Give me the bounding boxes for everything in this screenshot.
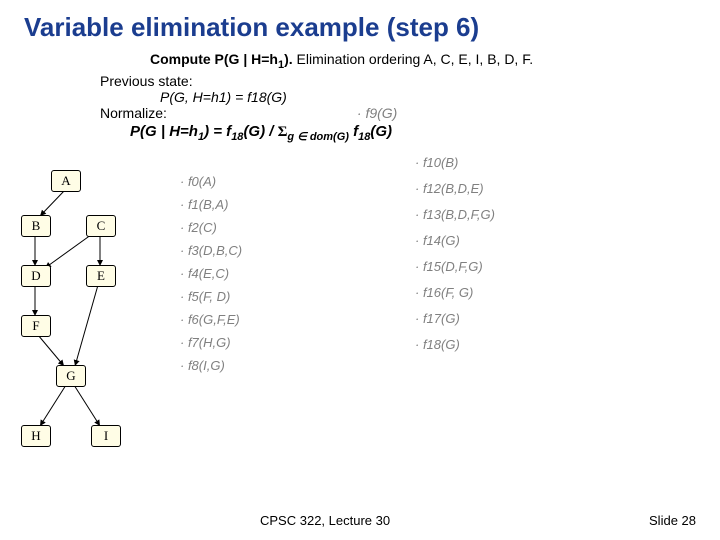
factor-f14: · f14(G) <box>415 228 495 254</box>
factor-f15: · f15(D,F,G) <box>415 254 495 280</box>
footer-lecture: CPSC 322, Lecture 30 <box>260 513 390 528</box>
node-F: F <box>21 315 51 337</box>
slide-title: Variable elimination example (step 6) <box>0 0 720 51</box>
bayes-net: A B C D E F G H I <box>10 170 160 480</box>
compute-tail: ). <box>284 51 293 67</box>
left-factor-list: · f0(A) · f1(B,A) · f2(C) · f3(D,B,C) · … <box>180 170 242 377</box>
factor-f9: · f9(G) <box>357 105 397 121</box>
previous-formula: P(G, H=h1) = f18(G) <box>0 89 720 105</box>
factor-f1: · f1(B,A) <box>180 193 242 216</box>
factor-f13: · f13(B,D,F,G) <box>415 202 495 228</box>
factor-f12: · f12(B,D,E) <box>415 176 495 202</box>
factor-f5: · f5(F, D) <box>180 285 242 308</box>
node-B: B <box>21 215 51 237</box>
factor-f7: · f7(H,G) <box>180 331 242 354</box>
node-G: G <box>56 365 86 387</box>
factor-f16: · f16(F, G) <box>415 280 495 306</box>
node-E: E <box>86 265 116 287</box>
compute-label: Compute P(G | H=h <box>150 51 278 67</box>
right-factor-list: · f10(B) · f12(B,D,E) · f13(B,D,F,G) · f… <box>415 150 495 358</box>
compute-line: Compute P(G | H=h1). Elimination orderin… <box>0 51 720 71</box>
factor-f0: · f0(A) <box>180 170 242 193</box>
factor-f10: · f10(B) <box>415 150 495 176</box>
factor-f6: · f6(G,F,E) <box>180 308 242 331</box>
footer-slide-number: Slide 28 <box>649 513 696 528</box>
factor-f18: · f18(G) <box>415 332 495 358</box>
elim-text: Elimination ordering A, C, E, I, B, D, F… <box>293 51 533 67</box>
factor-f2: · f2(C) <box>180 216 242 239</box>
previous-state-label: Previous state: <box>0 73 720 89</box>
node-H: H <box>21 425 51 447</box>
node-I: I <box>91 425 121 447</box>
factor-f4: · f4(E,C) <box>180 262 242 285</box>
node-D: D <box>21 265 51 287</box>
node-A: A <box>51 170 81 192</box>
factor-f17: · f17(G) <box>415 306 495 332</box>
normalize-label: Normalize: <box>0 105 167 121</box>
normalization-formula: P(G | H=h1) = f18(G) / Σg ∈ dom(G) f18(G… <box>0 123 720 143</box>
factor-f8: · f8(I,G) <box>180 354 242 377</box>
node-C: C <box>86 215 116 237</box>
factor-f3: · f3(D,B,C) <box>180 239 242 262</box>
